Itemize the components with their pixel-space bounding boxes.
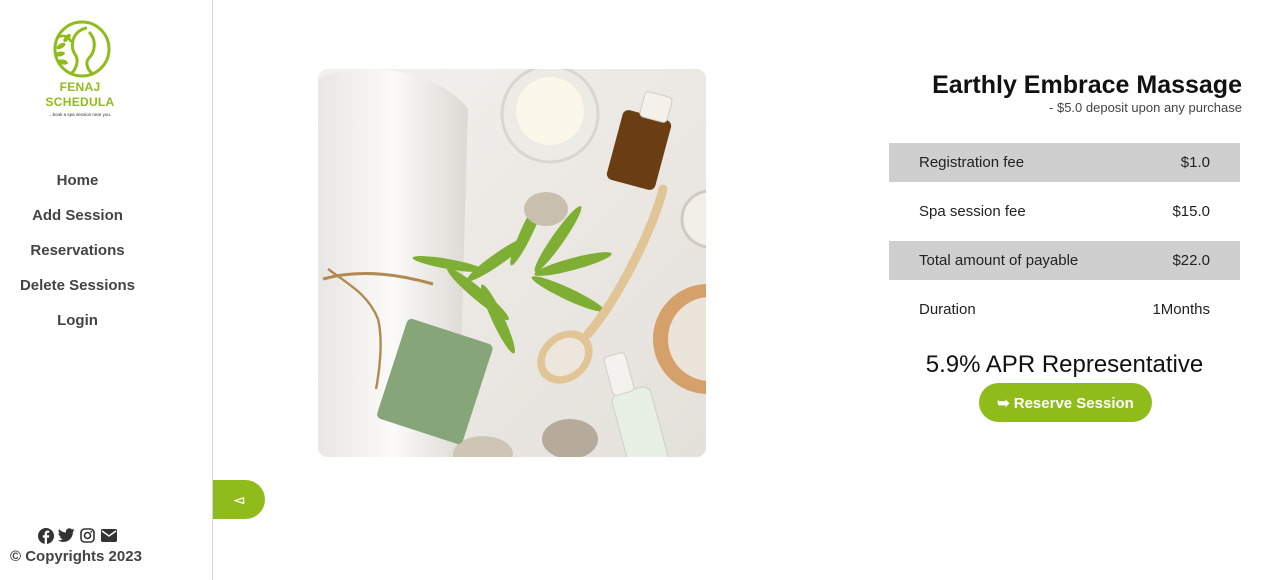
copyright: © Copyrights 2023 <box>10 548 142 565</box>
session-title: Earthly Embrace Massage <box>932 71 1242 99</box>
fee-row-total: Total amount of payable $22.0 <box>889 241 1240 280</box>
sidebar-toggle-button[interactable]: ◅ <box>213 480 265 519</box>
social-links <box>37 527 117 544</box>
nav-item-reservations[interactable]: Reservations <box>0 233 155 268</box>
brand-name-line1: FENAJ <box>59 80 101 94</box>
instagram-icon[interactable] <box>79 527 96 544</box>
fee-row-spa-session: Spa session fee $15.0 <box>889 192 1240 231</box>
nav-item-add-session[interactable]: Add Session <box>0 198 155 233</box>
fee-value: $22.0 <box>1172 252 1210 269</box>
fee-label: Registration fee <box>919 154 1025 171</box>
fee-value: $1.0 <box>1180 154 1210 171</box>
nav-item-delete-sessions[interactable]: Delete Sessions <box>0 268 155 303</box>
sidebar: FENAJ SCHEDULA ...book a spa session nea… <box>0 0 213 580</box>
fee-label: Total amount of payable <box>919 252 1079 269</box>
sidebar-nav: Home Add Session Reservations Delete Ses… <box>0 163 155 338</box>
brand-tagline: ...book a spa session near you. <box>48 112 112 117</box>
fee-table: Registration fee $1.0 Spa session fee $1… <box>889 143 1240 329</box>
fee-label: Spa session fee <box>919 203 1026 220</box>
arrow-right-icon: ➥ <box>997 394 1010 412</box>
fee-row-registration: Registration fee $1.0 <box>889 143 1240 182</box>
fee-value: $15.0 <box>1172 203 1210 220</box>
nav-item-login[interactable]: Login <box>0 303 155 338</box>
spa-products-illustration <box>318 69 706 457</box>
twitter-icon[interactable] <box>58 527 75 544</box>
reserve-session-label: Reserve Session <box>1013 394 1134 412</box>
apr-text: 5.9% APR Representative <box>925 351 1204 378</box>
triangle-left-icon: ◅ <box>234 491 244 507</box>
deposit-note: - $5.0 deposit upon any purchase <box>1049 100 1242 115</box>
fee-row-duration: Duration 1Months <box>889 290 1240 329</box>
reserve-session-button[interactable]: ➥ Reserve Session <box>979 383 1152 422</box>
woman-leaf-logo-icon <box>53 20 111 78</box>
fee-label: Duration <box>919 301 976 318</box>
session-image <box>318 69 706 457</box>
envelope-icon[interactable] <box>100 527 117 544</box>
app: FENAJ SCHEDULA ...book a spa session nea… <box>0 0 1267 580</box>
logo[interactable]: FENAJ SCHEDULA ...book a spa session nea… <box>38 18 122 130</box>
facebook-icon[interactable] <box>37 527 54 544</box>
session-details: Earthly Embrace Massage - $5.0 deposit u… <box>889 70 1242 422</box>
fee-value: 1Months <box>1152 301 1210 318</box>
nav-item-home[interactable]: Home <box>0 163 155 198</box>
brand-name-line2: SCHEDULA <box>45 95 115 109</box>
